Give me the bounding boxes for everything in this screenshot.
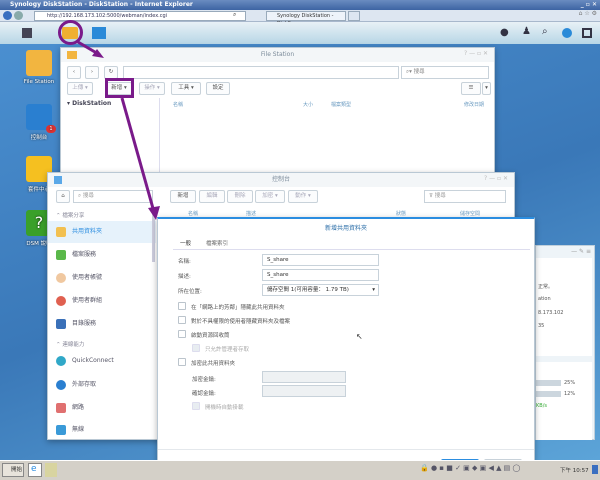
explorer-taskbar-button[interactable] (45, 463, 57, 477)
clock[interactable]: 下午 10:57 (560, 466, 589, 474)
annotation-arrows (77, 40, 160, 220)
tray-icons[interactable]: 🔒 ● ▪ ■ ✓ ▣ ◆ ▣ ◀ ▲ ▤ ◯ (420, 464, 520, 472)
show-desktop-button[interactable] (592, 465, 598, 474)
ie-taskbar-button[interactable]: e (28, 463, 42, 477)
start-button[interactable]: 開始 (2, 463, 24, 477)
label: 開始 (11, 467, 23, 473)
arrow-line (120, 97, 156, 213)
arrow-head (148, 206, 160, 220)
ie-icon: e (31, 464, 37, 474)
windows-taskbar: 開始 e 🔒 ● ▪ ■ ✓ ▣ ◆ ▣ ◀ ▲ ▤ ◯ 下午 10:57 (0, 460, 600, 480)
